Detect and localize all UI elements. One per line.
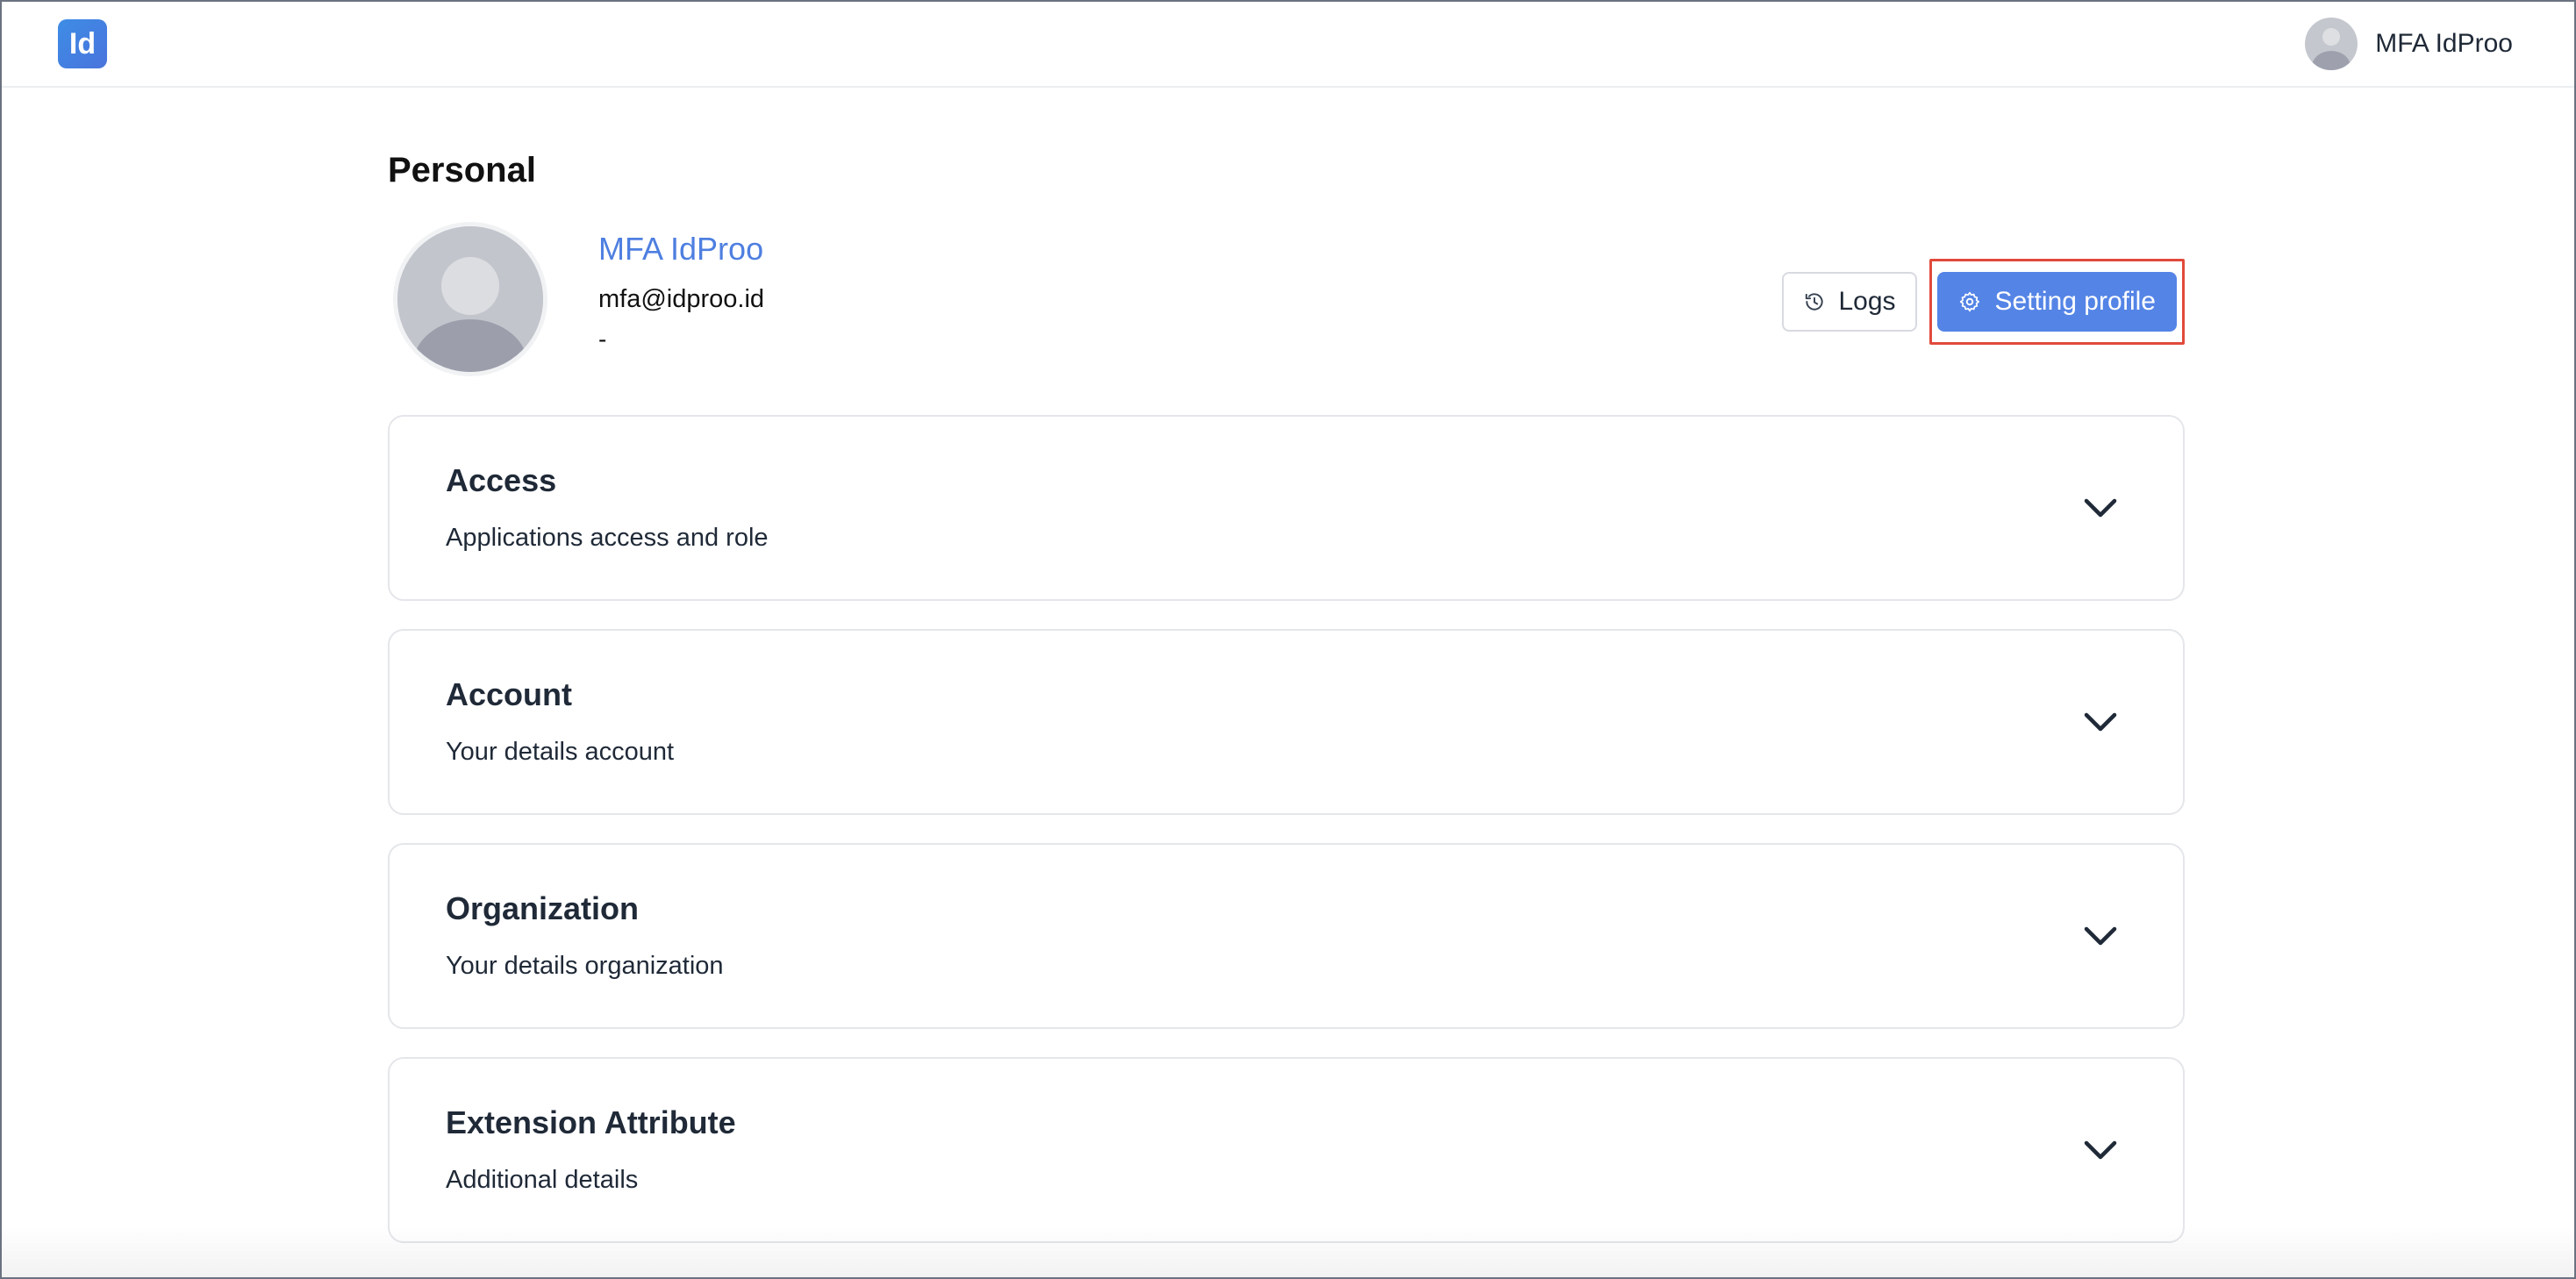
section-subtitle: Your details organization	[446, 952, 724, 980]
profile-actions: Logs Setting profile	[1782, 259, 2185, 345]
setting-profile-button[interactable]: Setting profile	[1936, 272, 2177, 332]
main-content: Personal MFA IdProo mfa@idproo.id - Logs	[388, 88, 2185, 1243]
section-title: Account	[446, 676, 572, 712]
section-subtitle: Your details account	[446, 738, 675, 766]
section-account[interactable]: Account Your details account	[388, 629, 2185, 815]
chevron-down-icon[interactable]	[2083, 710, 2118, 734]
app-logo[interactable]: Id	[58, 19, 107, 68]
logs-button[interactable]: Logs	[1782, 272, 1917, 332]
section-organization[interactable]: Organization Your details organization	[388, 843, 2185, 1029]
section-access[interactable]: Access Applications access and role	[388, 415, 2185, 601]
user-menu[interactable]: MFA IdProo	[2305, 18, 2513, 70]
chevron-down-icon[interactable]	[2083, 496, 2118, 520]
history-icon	[1806, 293, 1824, 311]
profile-avatar-icon	[397, 226, 543, 372]
profile-email: mfa@idproo.id	[598, 285, 765, 313]
chevron-down-icon[interactable]	[2083, 1138, 2118, 1162]
top-navbar: Id MFA IdProo	[2, 2, 2574, 88]
section-subtitle: Applications access and role	[446, 524, 769, 552]
gear-icon	[1959, 291, 1979, 312]
profile-extra: -	[598, 325, 607, 353]
section-extension-attribute[interactable]: Extension Attribute Additional details	[388, 1057, 2185, 1243]
section-title: Organization	[446, 890, 640, 926]
section-title: Access	[446, 462, 557, 498]
logs-button-label: Logs	[1838, 287, 1896, 316]
section-title: Extension Attribute	[446, 1104, 736, 1140]
user-avatar	[2305, 18, 2358, 70]
chevron-down-icon[interactable]	[2083, 924, 2118, 948]
user-menu-name: MFA IdProo	[2375, 29, 2513, 58]
setting-profile-label: Setting profile	[1994, 287, 2156, 316]
section-subtitle: Additional details	[446, 1166, 639, 1194]
logo-text: Id	[68, 26, 97, 61]
profile-header: MFA IdProo mfa@idproo.id - Logs Setting	[388, 222, 2185, 415]
profile-avatar	[393, 222, 547, 376]
setting-profile-highlight: Setting profile	[1928, 259, 2185, 345]
user-avatar-icon	[2312, 28, 2351, 70]
profile-name: MFA IdProo	[598, 231, 764, 267]
page-title: Personal	[388, 151, 536, 189]
